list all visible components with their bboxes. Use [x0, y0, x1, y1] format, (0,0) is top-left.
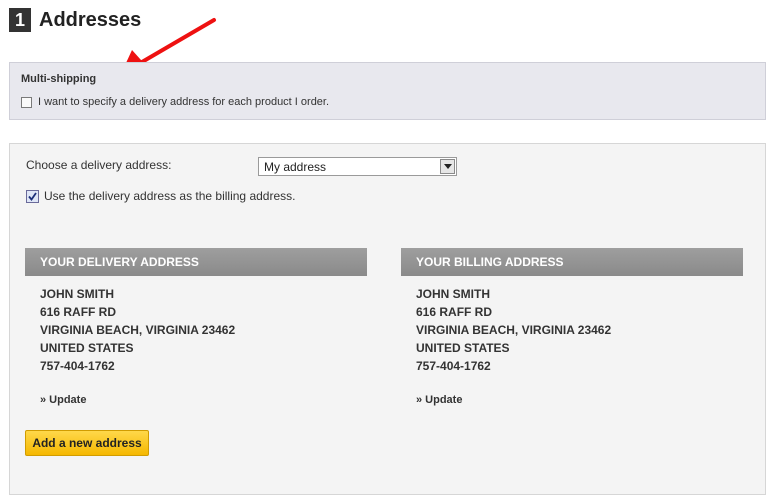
multi-shipping-checkbox[interactable]: [21, 96, 32, 108]
billing-address-block: YOUR BILLING ADDRESS JOHN SMITH 616 RAFF…: [401, 248, 743, 406]
multi-shipping-box: Multi-shipping I want to specify a deliv…: [9, 62, 766, 120]
delivery-address-select[interactable]: My address: [258, 157, 457, 176]
address-line: VIRGINIA BEACH, VIRGINIA 23462: [40, 323, 236, 337]
address-line: 616 RAFF RD: [40, 305, 117, 319]
multi-shipping-option: I want to specify a delivery address for…: [21, 96, 329, 108]
address-line: JOHN SMITH: [416, 287, 491, 301]
choose-address-label: Choose a delivery address:: [26, 158, 172, 172]
use-billing-label[interactable]: Use the delivery address as the billing …: [44, 189, 295, 203]
chevron-down-icon[interactable]: [440, 159, 455, 174]
address-line: 757-404-1762: [40, 359, 115, 373]
use-billing-option: Use the delivery address as the billing …: [26, 189, 295, 203]
address-line: UNITED STATES: [416, 341, 510, 355]
address-line: JOHN SMITH: [40, 287, 115, 301]
use-billing-checkbox[interactable]: [26, 189, 39, 203]
billing-address-heading: YOUR BILLING ADDRESS: [401, 248, 743, 276]
delivery-address-heading: YOUR DELIVERY ADDRESS: [25, 248, 367, 276]
delivery-address-block: YOUR DELIVERY ADDRESS JOHN SMITH 616 RAF…: [25, 248, 367, 406]
billing-update-link[interactable]: » Update: [401, 394, 743, 406]
address-line: VIRGINIA BEACH, VIRGINIA 23462: [416, 323, 612, 337]
multi-shipping-label[interactable]: I want to specify a delivery address for…: [38, 96, 329, 108]
add-new-address-button[interactable]: Add a new address: [25, 430, 149, 456]
step-number-badge: 1: [9, 8, 31, 32]
address-line: 757-404-1762: [416, 359, 491, 373]
billing-address-lines: JOHN SMITH 616 RAFF RD VIRGINIA BEACH, V…: [401, 285, 743, 375]
delivery-update-link[interactable]: » Update: [25, 394, 367, 406]
multi-shipping-title: Multi-shipping: [21, 73, 97, 85]
address-line: 616 RAFF RD: [416, 305, 493, 319]
address-panel: Choose a delivery address: My address Us…: [9, 143, 766, 495]
select-value: My address: [264, 160, 327, 174]
address-line: UNITED STATES: [40, 341, 134, 355]
delivery-address-lines: JOHN SMITH 616 RAFF RD VIRGINIA BEACH, V…: [25, 285, 367, 375]
checkmark-icon: [28, 191, 37, 201]
